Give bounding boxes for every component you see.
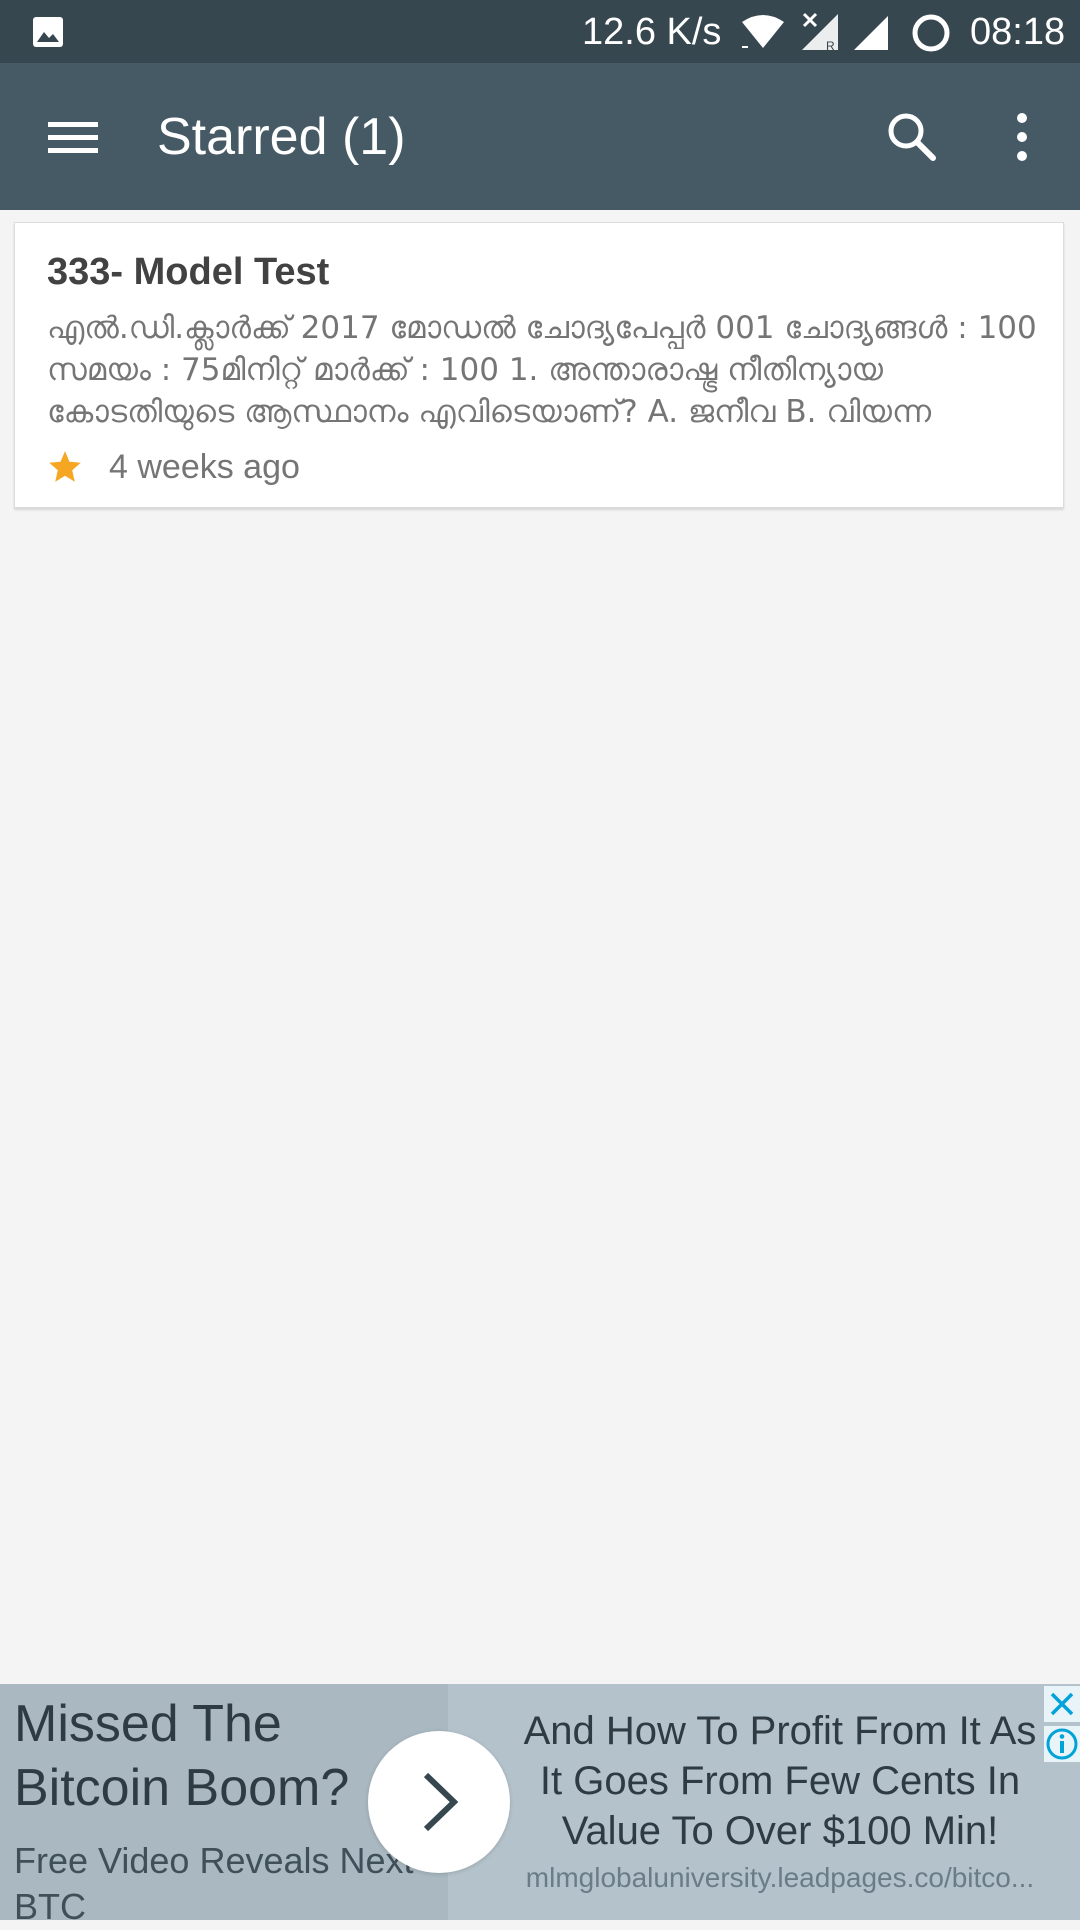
signal-no-sim-icon: R [802,12,838,52]
list-item[interactable]: 333- Model Test എൽ.ഡി.ക്ലാർക്ക് 2017 മോഡ… [14,222,1064,508]
status-bar: 12.6 K/s R 08:18 [0,0,1080,63]
app-toolbar: Starred (1) [0,63,1080,210]
gallery-icon [33,17,63,47]
chevron-right-icon [423,1772,459,1832]
close-icon[interactable] [1044,1686,1080,1722]
page-title: Starred (1) [157,108,406,166]
ad-url[interactable]: mlmglobaluniversity.leadpages.co/bitco..… [520,1860,1040,1896]
star-icon [49,451,81,482]
ad-banner[interactable]: Missed The Bitcoin Boom? Free Video Reve… [0,1684,1080,1927]
svg-text:R: R [826,39,835,52]
menu-icon[interactable] [40,107,106,167]
search-icon[interactable] [880,106,942,168]
more-vert-icon[interactable] [1000,106,1044,168]
info-icon[interactable] [1044,1726,1080,1762]
clock: 08:18 [970,11,1066,53]
wifi-icon [742,15,784,48]
signal-icon [854,16,888,50]
ad-subline: Free Video Reveals Next BTC [14,1840,414,1927]
item-excerpt: എൽ.ഡി.ക്ലാർക്ക് 2017 മോഡൽ ചോദ്യപേപ്പർ 00… [47,310,1037,430]
ad-body: And How To Profit From It As It Goes Fro… [523,1709,1037,1853]
sync-circle-icon [912,14,950,52]
ad-open-button[interactable] [368,1731,510,1873]
network-speed: 12.6 K/s [582,11,722,53]
item-title: 333- Model Test [47,251,330,293]
item-timestamp: 4 weeks ago [109,448,300,486]
